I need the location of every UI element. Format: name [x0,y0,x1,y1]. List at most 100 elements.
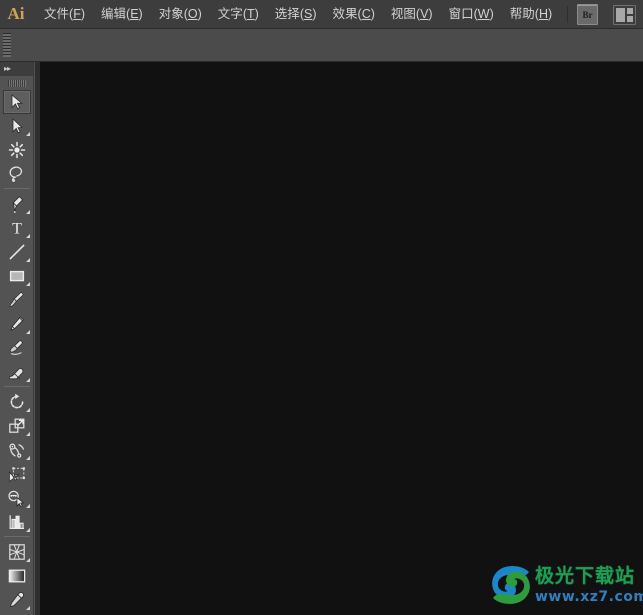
direct-selection-arrow-icon [8,117,26,135]
line-segment-tool[interactable] [3,240,31,264]
menu-window[interactable]: 窗口(W) [441,0,502,29]
menu-item-label: 窗口 [448,6,474,21]
tool-flyout-indicator-icon[interactable] [25,330,30,334]
canvas-area[interactable] [40,62,643,615]
blob-brush-icon [8,339,26,357]
tool-flyout-indicator-icon[interactable] [25,210,30,214]
menu-item-label: 帮助 [509,6,535,21]
tool-flyout-indicator-icon[interactable] [25,132,30,136]
menu-accel-key: F [73,6,81,21]
menu-accel-key: S [303,6,313,21]
workspace-switcher-icon[interactable] [613,4,636,25]
menu-item-accelerator: (C) [357,6,375,21]
blob-brush-tool[interactable] [3,336,31,360]
menu-type[interactable]: 文字(T) [210,0,267,29]
menu-accel-key: V [420,6,429,21]
tool-flyout-indicator-icon[interactable] [25,378,30,382]
rotate-icon [8,393,26,411]
rotate-tool[interactable] [3,390,31,414]
pencil-icon [8,315,26,333]
pen-tool[interactable] [3,192,31,216]
tool-flyout-indicator-icon[interactable] [25,456,30,460]
pen-icon [8,195,26,214]
menu-item-label: 效果 [332,6,358,21]
tool-group-separator [3,536,30,537]
type-t-icon: T [8,219,26,238]
lasso-icon [7,165,26,183]
tool-flyout-indicator-icon[interactable] [25,558,30,562]
eraser-icon [7,363,26,381]
tool-flyout-indicator-icon[interactable] [25,528,30,532]
bridge-button[interactable]: Br [577,4,598,25]
tools-panel-inner: ▸▸ T [0,62,34,615]
menu-item-accelerator: (S) [299,6,317,21]
free-transform-tool[interactable] [3,462,31,486]
menu-item-label: 对象 [158,6,184,21]
shape-builder-tool[interactable] [3,486,31,510]
tool-list: T [0,90,33,615]
tool-flyout-indicator-icon[interactable] [25,432,30,436]
free-transform-icon [8,465,26,483]
menu-item-accelerator: (T) [242,6,259,21]
menu-object[interactable]: 对象(O) [151,0,210,29]
eyedropper-tool[interactable] [3,588,31,612]
scale-icon [8,417,26,435]
scale-tool[interactable] [3,414,31,438]
perspective-grid-tool[interactable] [3,540,31,564]
gradient-tool[interactable] [3,564,31,588]
direct-selection-tool[interactable] [3,114,31,138]
menu-item-accelerator: (F) [69,6,85,21]
tool-flyout-indicator-icon[interactable] [25,234,30,238]
menu-accel-key: O [187,6,198,21]
tools-panel: ▸▸ T [0,62,40,615]
tool-flyout-indicator-icon[interactable] [25,606,30,610]
menu-item-label: 视图 [390,6,416,21]
paintbrush-tool[interactable] [3,288,31,312]
menu-item-label: 选择 [274,6,300,21]
perspective-grid-icon [8,543,26,561]
pencil-tool[interactable] [3,312,31,336]
selection-arrow-icon [8,93,26,111]
menu-bar-right-controls: Br [563,0,643,29]
menu-accel-key: C [361,6,371,21]
menu-item-accelerator: (E) [126,6,143,21]
eraser-tool[interactable] [3,360,31,384]
rectangle-icon [8,267,26,285]
illustrator-window: Ai 文件(F) 编辑(E) 对象(O) 文字(T) 选择(S) 效果(C) 视图(V) 窗口… [0,0,643,615]
magic-wand-tool[interactable] [3,138,31,162]
magic-wand-icon [8,141,26,159]
control-bar [0,29,643,62]
tool-flyout-indicator-icon[interactable] [25,282,30,286]
tool-flyout-indicator-icon[interactable] [25,504,30,508]
control-bar-grip[interactable] [0,29,13,62]
menu-bar: Ai 文件(F) 编辑(E) 对象(O) 文字(T) 选择(S) 效果(C) 视图(V) 窗口… [0,0,643,29]
column-graph-icon [8,513,26,531]
shape-builder-icon [7,489,26,507]
menu-item-label: 编辑 [101,6,127,21]
tool-flyout-indicator-icon[interactable] [25,258,30,262]
menu-select[interactable]: 选择(S) [267,0,325,29]
svg-text:T: T [12,221,22,238]
menu-accel-key: T [246,6,255,21]
menu-edit[interactable]: 编辑(E) [93,0,151,29]
type-tool[interactable]: T [3,216,31,240]
tools-panel-grip[interactable] [0,76,33,90]
column-graph-tool[interactable] [3,510,31,534]
rectangle-tool[interactable] [3,264,31,288]
collapse-panel-icon[interactable]: ▸▸ [4,65,11,73]
tool-flyout-indicator-icon[interactable] [25,408,30,412]
tool-group-separator [3,386,30,387]
menu-view[interactable]: 视图(V) [383,0,441,29]
menu-effect[interactable]: 效果(C) [325,0,383,29]
lasso-tool[interactable] [3,162,31,186]
menu-file[interactable]: 文件(F) [36,0,93,29]
selection-tool[interactable] [2,90,31,114]
menu-accel-key: H [538,6,548,21]
menu-bar-separator [567,6,568,23]
menu-accel-key: W [477,6,490,21]
menu-item-accelerator: (H) [534,6,553,21]
tool-group-separator [3,188,30,189]
menu-help[interactable]: 帮助(H) [502,0,560,29]
menu-item-accelerator: (V) [415,6,433,21]
width-tool[interactable] [3,438,31,462]
